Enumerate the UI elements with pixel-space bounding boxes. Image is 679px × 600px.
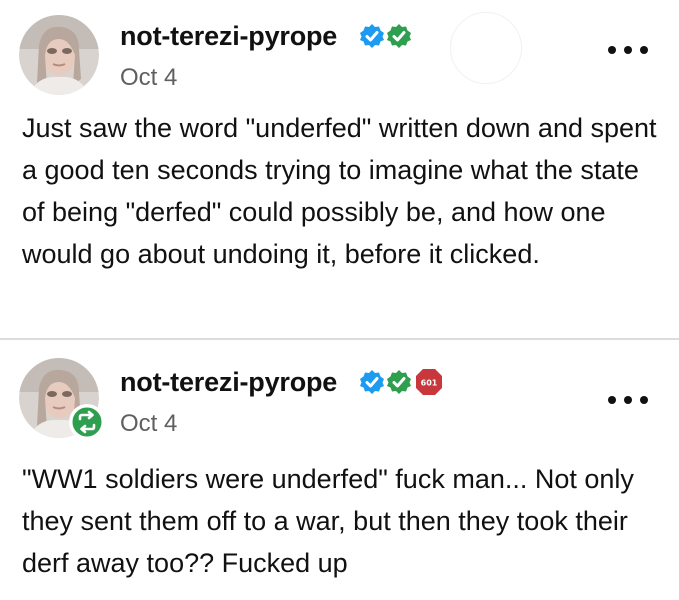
more-options-button[interactable]: [604, 40, 652, 60]
red-count-badge: 601: [415, 368, 443, 396]
verified-check-icon: [359, 23, 385, 49]
avatar[interactable]: [19, 15, 99, 95]
post-date: Oct 4: [120, 410, 178, 437]
username[interactable]: not-terezi-pyrope: [120, 367, 337, 398]
more-options-icon: [608, 396, 648, 404]
reblog-icon: [69, 404, 105, 440]
post-card-2: not-terezi-pyrope 601 Oct 4 "WW1 soldier…: [0, 340, 679, 600]
post-body: "WW1 soldiers were underfed" fuck man...…: [22, 464, 634, 578]
username[interactable]: not-terezi-pyrope: [120, 21, 337, 52]
post-date: Oct 4: [120, 64, 178, 91]
post-card-1: not-terezi-pyrope Oct 4 Just saw the wor…: [0, 0, 679, 338]
red-badge-count: 601: [421, 379, 438, 388]
verified-check-icon: [359, 369, 385, 395]
green-check-icon: [386, 23, 412, 49]
post-body: Just saw the word "underfed" written dow…: [22, 113, 657, 269]
blurred-edit-circle: [450, 12, 522, 84]
green-check-icon: [386, 369, 412, 395]
more-options-icon: [608, 46, 648, 54]
more-options-button[interactable]: [604, 390, 652, 410]
